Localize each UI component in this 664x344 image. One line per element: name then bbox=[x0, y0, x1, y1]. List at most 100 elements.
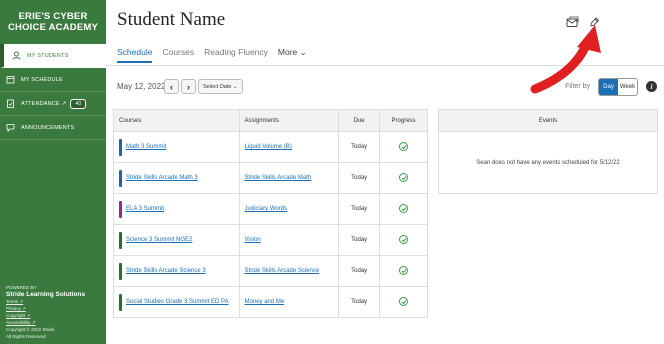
table-row: Social Studies Grade 3 Summit ED PA Money… bbox=[113, 286, 428, 318]
due-cell: Today bbox=[338, 193, 381, 225]
check-circle-icon bbox=[399, 266, 409, 276]
day-view-button[interactable]: Day bbox=[599, 79, 618, 95]
rights-text: All Rights Reserved bbox=[6, 334, 46, 339]
course-link[interactable]: Science 3 Summit NGE2 bbox=[126, 237, 192, 243]
course-cell: Social Studies Grade 3 Summit ED PA bbox=[113, 286, 240, 318]
course-color-bar bbox=[119, 293, 122, 311]
chevron-right-icon: › bbox=[187, 81, 190, 92]
progress-cell bbox=[379, 224, 428, 256]
column-header-assignments: Assignments bbox=[238, 109, 340, 132]
tab-bar: Schedule Courses Reading Fluency More ⌄ bbox=[117, 47, 307, 63]
course-link[interactable]: Stride Skills Arcade Science 3 bbox=[126, 268, 206, 274]
clipboard-icon bbox=[6, 99, 15, 108]
sidebar-footer: POWERED BY Stride Learning Solutions Ter… bbox=[6, 284, 85, 340]
tab-reading-fluency[interactable]: Reading Fluency bbox=[204, 47, 268, 63]
copyright-text: Copyright © 2022 Stride. bbox=[6, 327, 56, 332]
course-color-bar bbox=[119, 169, 122, 187]
course-cell: ELA 3 Summit bbox=[113, 193, 240, 225]
sidebar-item-label: ATTENDANCE ↗ bbox=[21, 100, 67, 107]
events-empty-message: Sean does not have any events scheduled … bbox=[476, 159, 620, 166]
current-date: May 12, 2022 bbox=[117, 82, 166, 91]
table-row: ELA 3 Summit Judiciary Words Today bbox=[113, 193, 428, 225]
check-circle-icon bbox=[399, 235, 409, 245]
assignment-link[interactable]: Liquid Volume (B) bbox=[245, 144, 292, 150]
assignment-cell: Liquid Volume (B) bbox=[238, 131, 340, 163]
assignment-link[interactable]: Stride Skills Arcade Math bbox=[245, 175, 312, 181]
assignment-cell: Stride Skills Arcade Science bbox=[238, 255, 340, 287]
assignment-link[interactable]: Vision bbox=[245, 237, 261, 243]
column-header-due: Due bbox=[338, 109, 381, 132]
table-row: Stride Skills Arcade Science 3 Stride Ski… bbox=[113, 255, 428, 287]
sidebar-item-label: ANNOUNCEMENTS bbox=[21, 124, 75, 131]
chevron-left-icon: ‹ bbox=[170, 81, 173, 92]
tab-schedule[interactable]: Schedule bbox=[117, 47, 153, 63]
sidebar-item-label: MY STUDENTS bbox=[27, 52, 69, 59]
column-header-progress: Progress bbox=[379, 109, 428, 132]
course-cell: Math 3 Summit bbox=[113, 131, 240, 163]
course-cell: Science 3 Summit NGE2 bbox=[113, 224, 240, 256]
sidebar-item-my-schedule[interactable]: MY SCHEDULE bbox=[0, 68, 106, 92]
progress-cell bbox=[379, 131, 428, 163]
course-color-bar bbox=[119, 138, 122, 156]
events-header: Events bbox=[439, 110, 657, 132]
sidebar-item-attendance[interactable]: ATTENDANCE ↗ 40 bbox=[0, 92, 106, 116]
sidebar-item-label: MY SCHEDULE bbox=[21, 76, 63, 83]
assignment-cell: Stride Skills Arcade Math bbox=[238, 162, 340, 194]
sidebar-item-my-students[interactable]: MY STUDENTS bbox=[0, 44, 106, 68]
next-day-button[interactable]: › bbox=[181, 79, 196, 94]
brand-logo[interactable]: ERIE'S CYBER CHOICE ACADEMY bbox=[0, 0, 106, 44]
progress-cell bbox=[379, 286, 428, 318]
copyright-link[interactable]: Copyright ↗ bbox=[6, 312, 85, 319]
table-row: Science 3 Summit NGE2 Vision Today bbox=[113, 224, 428, 256]
chat-icon bbox=[6, 123, 15, 132]
due-cell: Today bbox=[338, 131, 381, 163]
course-link[interactable]: ELA 3 Summit bbox=[126, 206, 164, 212]
check-circle-icon bbox=[399, 297, 409, 307]
check-circle-icon bbox=[399, 142, 409, 152]
info-icon[interactable]: i bbox=[646, 81, 657, 92]
sidebar: ERIE'S CYBER CHOICE ACADEMY MY STUDENTS … bbox=[0, 0, 106, 344]
course-color-bar bbox=[119, 262, 122, 280]
due-cell: Today bbox=[338, 255, 381, 287]
page-title: Student Name bbox=[117, 9, 226, 30]
privacy-link[interactable]: Privacy ↗ bbox=[6, 305, 85, 312]
select-date-dropdown[interactable]: Select Date ⌄ bbox=[198, 79, 243, 94]
courses-table: Courses Assignments Due Progress Math 3 … bbox=[113, 109, 428, 318]
due-cell: Today bbox=[338, 224, 381, 256]
assignment-cell: Judiciary Words bbox=[238, 193, 340, 225]
events-panel: Events Sean does not have any events sch… bbox=[438, 109, 658, 194]
course-color-bar bbox=[119, 200, 122, 218]
tab-courses[interactable]: Courses bbox=[162, 47, 194, 63]
progress-cell bbox=[379, 162, 428, 194]
progress-cell bbox=[379, 255, 428, 287]
course-cell: Stride Skills Arcade Science 3 bbox=[113, 255, 240, 287]
calendar-icon bbox=[6, 75, 15, 84]
due-cell: Today bbox=[338, 162, 381, 194]
view-toggle: Day Week bbox=[598, 78, 638, 96]
assignment-cell: Money and Me bbox=[238, 286, 340, 318]
progress-cell bbox=[379, 193, 428, 225]
sidebar-item-announcements[interactable]: ANNOUNCEMENTS bbox=[0, 116, 106, 140]
assignment-link[interactable]: Money and Me bbox=[245, 299, 285, 305]
check-circle-icon bbox=[399, 204, 409, 214]
due-cell: Today bbox=[338, 286, 381, 318]
check-circle-icon bbox=[399, 173, 409, 183]
course-cell: Stride Skills Arcade Math 3 bbox=[113, 162, 240, 194]
course-color-bar bbox=[119, 231, 122, 249]
accessibility-link[interactable]: Accessibility ↗ bbox=[6, 319, 85, 326]
previous-day-button[interactable]: ‹ bbox=[164, 79, 179, 94]
assignment-link[interactable]: Judiciary Words bbox=[245, 206, 288, 212]
course-link[interactable]: Stride Skills Arcade Math 3 bbox=[126, 175, 198, 181]
terms-link[interactable]: Terms ↗ bbox=[6, 298, 85, 305]
filter-by-label: Filter by bbox=[565, 83, 590, 90]
table-row: Stride Skills Arcade Math 3 Stride Skills… bbox=[113, 162, 428, 194]
week-view-button[interactable]: Week bbox=[618, 79, 637, 95]
column-header-courses: Courses bbox=[113, 109, 240, 132]
assignment-cell: Vision bbox=[238, 224, 340, 256]
table-header-row: Courses Assignments Due Progress bbox=[113, 109, 428, 132]
course-link[interactable]: Math 3 Summit bbox=[126, 144, 166, 150]
table-row: Math 3 Summit Liquid Volume (B) Today bbox=[113, 131, 428, 163]
tab-more[interactable]: More ⌄ bbox=[278, 47, 307, 63]
assignment-link[interactable]: Stride Skills Arcade Science bbox=[245, 268, 320, 274]
course-link[interactable]: Social Studies Grade 3 Summit ED PA bbox=[126, 299, 229, 305]
